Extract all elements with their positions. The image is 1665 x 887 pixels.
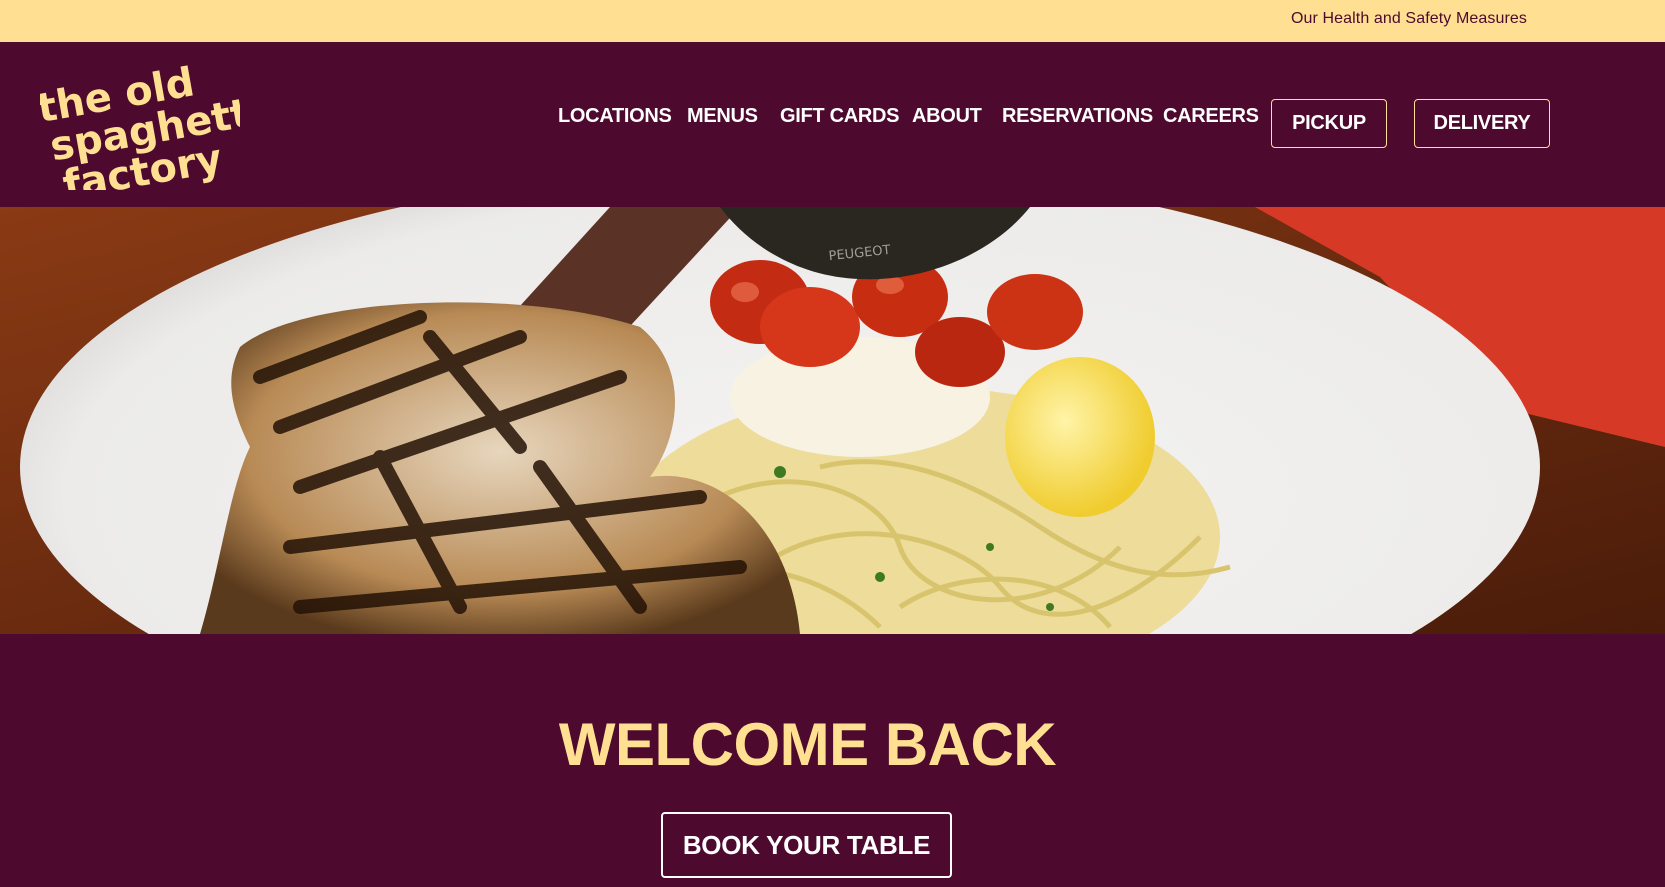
logo-wordmark: the old spaghetti factory [34, 59, 267, 209]
nav-menus[interactable]: MENUS [687, 96, 758, 136]
health-safety-link[interactable]: Our Health and Safety Measures [1291, 10, 1527, 28]
book-table-button[interactable]: BOOK YOUR TABLE [661, 812, 952, 878]
top-announcement-bar: Our Health and Safety Measures [0, 0, 1665, 42]
pickup-button[interactable]: PICKUP [1271, 99, 1387, 148]
welcome-section: WELCOME BACK BOOK YOUR TABLE [0, 634, 1665, 887]
welcome-heading: WELCOME BACK [558, 711, 1057, 778]
site-logo[interactable]: the old spaghetti factory [34, 59, 267, 209]
lemon-wedge [1005, 357, 1155, 517]
nav-reservations[interactable]: RESERVATIONS [1002, 96, 1153, 136]
hero-food-photo: PEUGEOT [0, 207, 1665, 634]
nav-careers[interactable]: CAREERS [1163, 96, 1259, 136]
hero-image: PEUGEOT [0, 207, 1665, 634]
nav-locations[interactable]: LOCATIONS [558, 96, 672, 136]
delivery-button[interactable]: DELIVERY [1414, 99, 1550, 148]
nav-gift-cards[interactable]: GIFT CARDS [780, 96, 900, 136]
site-header: the old spaghetti factory LOCATIONS MENU… [0, 42, 1665, 209]
nav-about[interactable]: ABOUT [912, 96, 982, 136]
